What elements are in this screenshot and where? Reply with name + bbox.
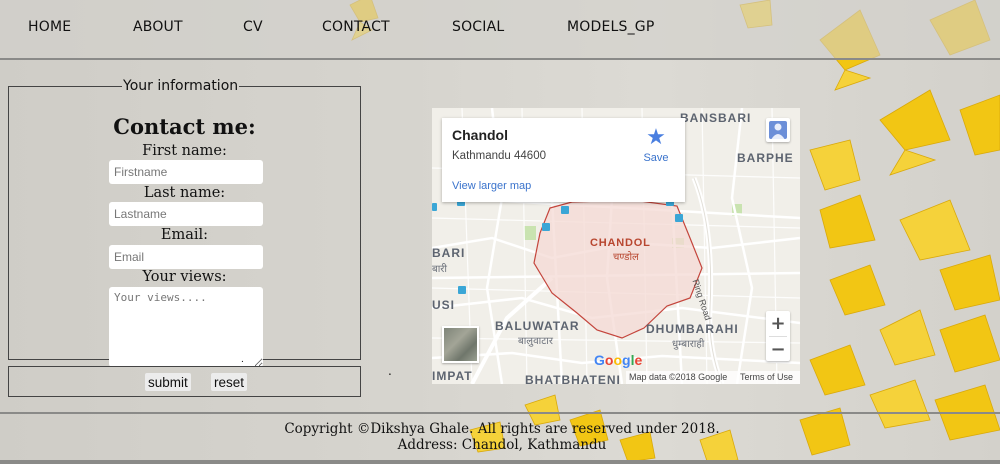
reset-button[interactable]: reset — [211, 373, 248, 391]
zoom-in-button[interactable]: + — [766, 311, 790, 336]
submit-button[interactable]: submit — [145, 373, 191, 391]
map-label-chandol: CHANDOL — [590, 237, 651, 249]
save-place-button[interactable]: ★ Save — [641, 126, 671, 166]
footer-address: Address: Chandol, Kathmandu — [397, 437, 607, 453]
contact-title: Contact me: — [113, 114, 256, 139]
map-label-bansbari: BANSBARI — [680, 111, 752, 125]
views-textarea[interactable] — [109, 287, 263, 367]
nav-home-link[interactable]: HOME — [28, 19, 71, 35]
street-view-pegman[interactable] — [766, 118, 790, 142]
nav-about-link[interactable]: ABOUT — [133, 19, 183, 35]
map-label-usi: USI — [432, 298, 456, 312]
map-label-bari-dev: बारी — [432, 264, 447, 275]
form-buttons-box: submit reset — [8, 366, 361, 397]
save-label: Save — [643, 152, 669, 164]
map-label-dhumbarahi: DHUMBARAHI — [646, 322, 739, 336]
email-label: Email: — [160, 227, 209, 243]
first-name-input[interactable] — [109, 160, 263, 184]
nav-cv-link[interactable]: CV — [243, 19, 263, 35]
footer-bottom-bar — [0, 460, 1000, 464]
contact-form-fieldset: Your information Contact me: First name:… — [8, 78, 361, 367]
stray-dot: . — [241, 355, 244, 365]
zoom-out-button[interactable]: − — [766, 337, 790, 362]
nav-contact-link[interactable]: CONTACT — [322, 19, 390, 35]
last-name-label: Last name: — [143, 185, 226, 201]
place-address: Kathmandu 44600 — [452, 150, 546, 162]
views-label: Your views: — [142, 269, 227, 285]
form-legend: Your information — [123, 78, 239, 94]
star-icon: ★ — [646, 124, 666, 149]
place-name: Chandol — [452, 127, 508, 143]
view-larger-map-link[interactable]: View larger map — [452, 180, 531, 192]
google-logo: Google — [594, 352, 643, 368]
map-label-bari: BARI — [432, 246, 466, 260]
map-label-impat: IMPAT — [432, 369, 473, 383]
map-label-bhatbhateni: BHATBHATENI — [525, 373, 621, 384]
map-label-barphe: BARPHE — [737, 151, 794, 165]
pegman-icon — [769, 121, 787, 139]
map-data-attribution: Map data ©2018 Google — [629, 372, 728, 382]
map-label-chandol-dev: चण्डोल — [613, 252, 639, 263]
first-name-label: First name: — [142, 143, 227, 159]
map-zoom-control: + − — [766, 311, 790, 361]
map-label-dhumbarahi-dev: धुम्बाराही — [672, 339, 705, 350]
map-attribution-bar: Map data ©2018 Google Terms of Use — [626, 371, 800, 384]
last-name-input[interactable] — [109, 202, 263, 226]
map-label-baluwatar-dev: बालुवाटार — [518, 336, 553, 347]
map-label-baluwatar: BALUWATAR — [495, 319, 580, 333]
footer-divider — [0, 412, 1000, 414]
email-input[interactable] — [109, 245, 263, 269]
terms-of-use-link[interactable]: Terms of Use — [740, 372, 793, 382]
place-info-card: Chandol Kathmandu 44600 View larger map … — [442, 118, 685, 202]
stray-dot-2: . — [388, 364, 392, 378]
top-navbar: HOME ABOUT CV CONTACT SOCIAL MODELS_GP — [0, 0, 1000, 60]
nav-models-gp-link[interactable]: MODELS_GP — [567, 19, 655, 35]
satellite-toggle[interactable] — [442, 326, 479, 363]
embedded-map[interactable]: BANSBARI BARPHE BARI बारी CHANDOL चण्डोल… — [432, 108, 800, 384]
nav-social-link[interactable]: SOCIAL — [452, 19, 504, 35]
footer-copyright: Copyright ©Dikshya Ghale. All rights are… — [284, 421, 720, 437]
